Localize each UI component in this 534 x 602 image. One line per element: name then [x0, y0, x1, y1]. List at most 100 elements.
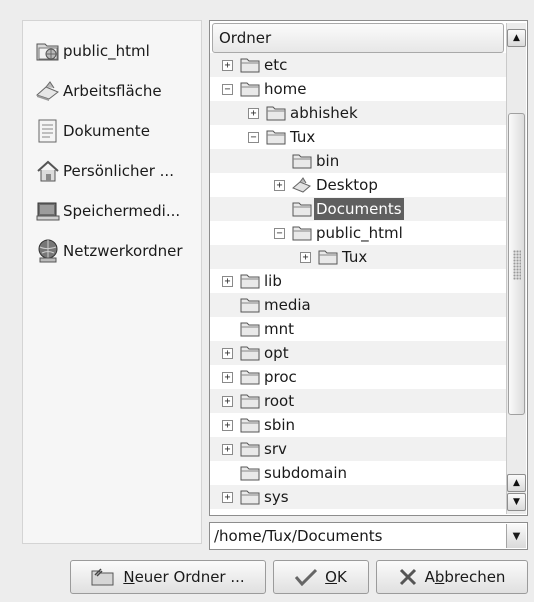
expand-icon[interactable]: + — [222, 420, 233, 431]
folder-icon — [240, 80, 262, 98]
tree-row[interactable]: + proc — [210, 365, 506, 389]
scroll-up-icon[interactable]: ▲ — [507, 29, 526, 47]
tree-item[interactable]: lib — [240, 269, 284, 293]
collapse-icon[interactable]: − — [222, 84, 233, 95]
tree-row[interactable]: − Tux — [210, 125, 506, 149]
tree-item-label: opt — [264, 344, 289, 362]
tree-row[interactable]: + sbin — [210, 413, 506, 437]
tree-item[interactable]: Tux — [266, 125, 317, 149]
ok-button[interactable]: OK — [273, 560, 369, 594]
tree-item-label: lib — [264, 272, 282, 290]
tree-item-label: subdomain — [264, 464, 348, 482]
folder-icon — [240, 296, 262, 314]
path-combo[interactable]: /home/Tux/Documents ▼ — [209, 522, 528, 550]
tree-item[interactable]: abhishek — [266, 101, 360, 125]
storage-media-icon — [35, 198, 61, 224]
collapse-icon[interactable]: − — [248, 132, 259, 143]
tree-row[interactable]: bin — [210, 149, 506, 173]
expand-icon[interactable]: + — [222, 372, 233, 383]
tree-item[interactable]: Desktop — [292, 173, 380, 197]
tree-item-label: public_html — [316, 224, 403, 242]
tree-item-label: home — [264, 80, 307, 98]
tree-item[interactable]: Tux — [318, 245, 369, 269]
expand-icon[interactable]: + — [222, 348, 233, 359]
checkmark-icon — [295, 568, 318, 586]
folder-icon — [240, 440, 262, 458]
expand-icon[interactable]: + — [248, 108, 259, 119]
expand-icon[interactable]: + — [222, 444, 233, 455]
tree-row[interactable]: Documents — [210, 197, 506, 221]
tree-row[interactable]: + sys — [210, 485, 506, 509]
tree-row[interactable]: + Tux — [210, 245, 506, 269]
new-folder-button[interactable]: Neuer Ordner ... — [70, 560, 266, 594]
tree-row[interactable]: − home — [210, 77, 506, 101]
tree-item[interactable]: Documents — [292, 197, 404, 221]
chevron-down-icon[interactable]: ▼ — [506, 524, 526, 548]
tree-item[interactable]: sbin — [240, 413, 297, 437]
place-label: Persönlicher ... — [63, 162, 174, 180]
tree-item-label: Tux — [290, 128, 316, 146]
tree-item[interactable]: bin — [292, 149, 341, 173]
tree-row[interactable]: + abhishek — [210, 101, 506, 125]
collapse-icon[interactable]: − — [274, 228, 285, 239]
tree-row[interactable]: + etc — [210, 53, 506, 77]
tree-item[interactable]: media — [240, 293, 313, 317]
folder-icon — [318, 248, 340, 266]
place-label: public_html — [63, 42, 150, 60]
place-public-html[interactable]: public_html — [35, 35, 203, 67]
cancel-button[interactable]: Abbrechen — [376, 560, 528, 594]
place-home[interactable]: Persönlicher ... — [35, 155, 203, 187]
tree-item[interactable]: home — [240, 77, 309, 101]
button-label: euer Ordner ... — [134, 568, 245, 586]
tree-item[interactable]: sys — [240, 485, 291, 509]
vertical-scrollbar[interactable]: ▲ ▲ ▼ — [506, 23, 526, 514]
folder-icon — [292, 224, 314, 242]
folder-tree[interactable]: ++etc−home+abhishek−Tuxbin+DesktopDocume… — [210, 21, 506, 515]
expand-icon[interactable]: + — [222, 276, 233, 287]
tree-item[interactable]: mnt — [240, 317, 296, 341]
tree-row[interactable]: + root — [210, 389, 506, 413]
tree-item[interactable]: opt — [240, 341, 291, 365]
expand-icon[interactable]: + — [222, 492, 233, 503]
folder-icon — [240, 464, 262, 482]
button-label: K — [336, 568, 347, 586]
folder-icon — [240, 392, 262, 410]
places-sidebar: public_html Arbeitsfläche Dokumente Pers… — [22, 20, 202, 544]
place-documents[interactable]: Dokumente — [35, 115, 203, 147]
tree-row[interactable]: + lib — [210, 269, 506, 293]
scrollbar-thumb[interactable] — [508, 113, 525, 415]
place-label: Arbeitsfläche — [63, 82, 162, 100]
place-storage-media[interactable]: Speichermedi... — [35, 195, 203, 227]
folder-icon — [266, 128, 288, 146]
folder-tree-view[interactable]: ++etc−home+abhishek−Tuxbin+DesktopDocume… — [209, 20, 528, 516]
tree-item[interactable]: root — [240, 389, 296, 413]
scroll-down-icon[interactable]: ▼ — [507, 493, 526, 511]
tree-row[interactable]: + srv — [210, 437, 506, 461]
button-label: brechen — [444, 568, 506, 586]
folder-icon — [240, 56, 262, 74]
document-icon — [35, 118, 61, 144]
tree-column-header[interactable]: Ordner — [212, 23, 504, 53]
tree-row[interactable]: mnt — [210, 317, 506, 341]
tree-item[interactable]: etc — [240, 53, 289, 77]
tree-item[interactable]: subdomain — [240, 461, 349, 485]
path-value: /home/Tux/Documents — [214, 527, 383, 545]
place-network[interactable]: Netzwerkordner — [35, 235, 203, 267]
expand-icon[interactable]: + — [274, 180, 285, 191]
tree-row[interactable]: − public_html — [210, 221, 506, 245]
tree-row[interactable]: + Desktop — [210, 173, 506, 197]
tree-item-label: Desktop — [316, 176, 378, 194]
tree-row[interactable]: media — [210, 293, 506, 317]
tree-row[interactable]: subdomain — [210, 461, 506, 485]
tree-item[interactable]: srv — [240, 437, 289, 461]
button-label: A — [424, 568, 435, 586]
expand-icon[interactable]: + — [300, 252, 311, 263]
scroll-up-icon[interactable]: ▲ — [507, 474, 526, 492]
tree-item[interactable]: public_html — [292, 221, 405, 245]
tree-item[interactable]: proc — [240, 365, 299, 389]
expand-icon[interactable]: + — [222, 60, 233, 71]
expand-icon[interactable]: + — [222, 396, 233, 407]
place-desktop[interactable]: Arbeitsfläche — [35, 75, 203, 107]
tree-row[interactable]: + opt — [210, 341, 506, 365]
place-label: Netzwerkordner — [63, 242, 183, 260]
